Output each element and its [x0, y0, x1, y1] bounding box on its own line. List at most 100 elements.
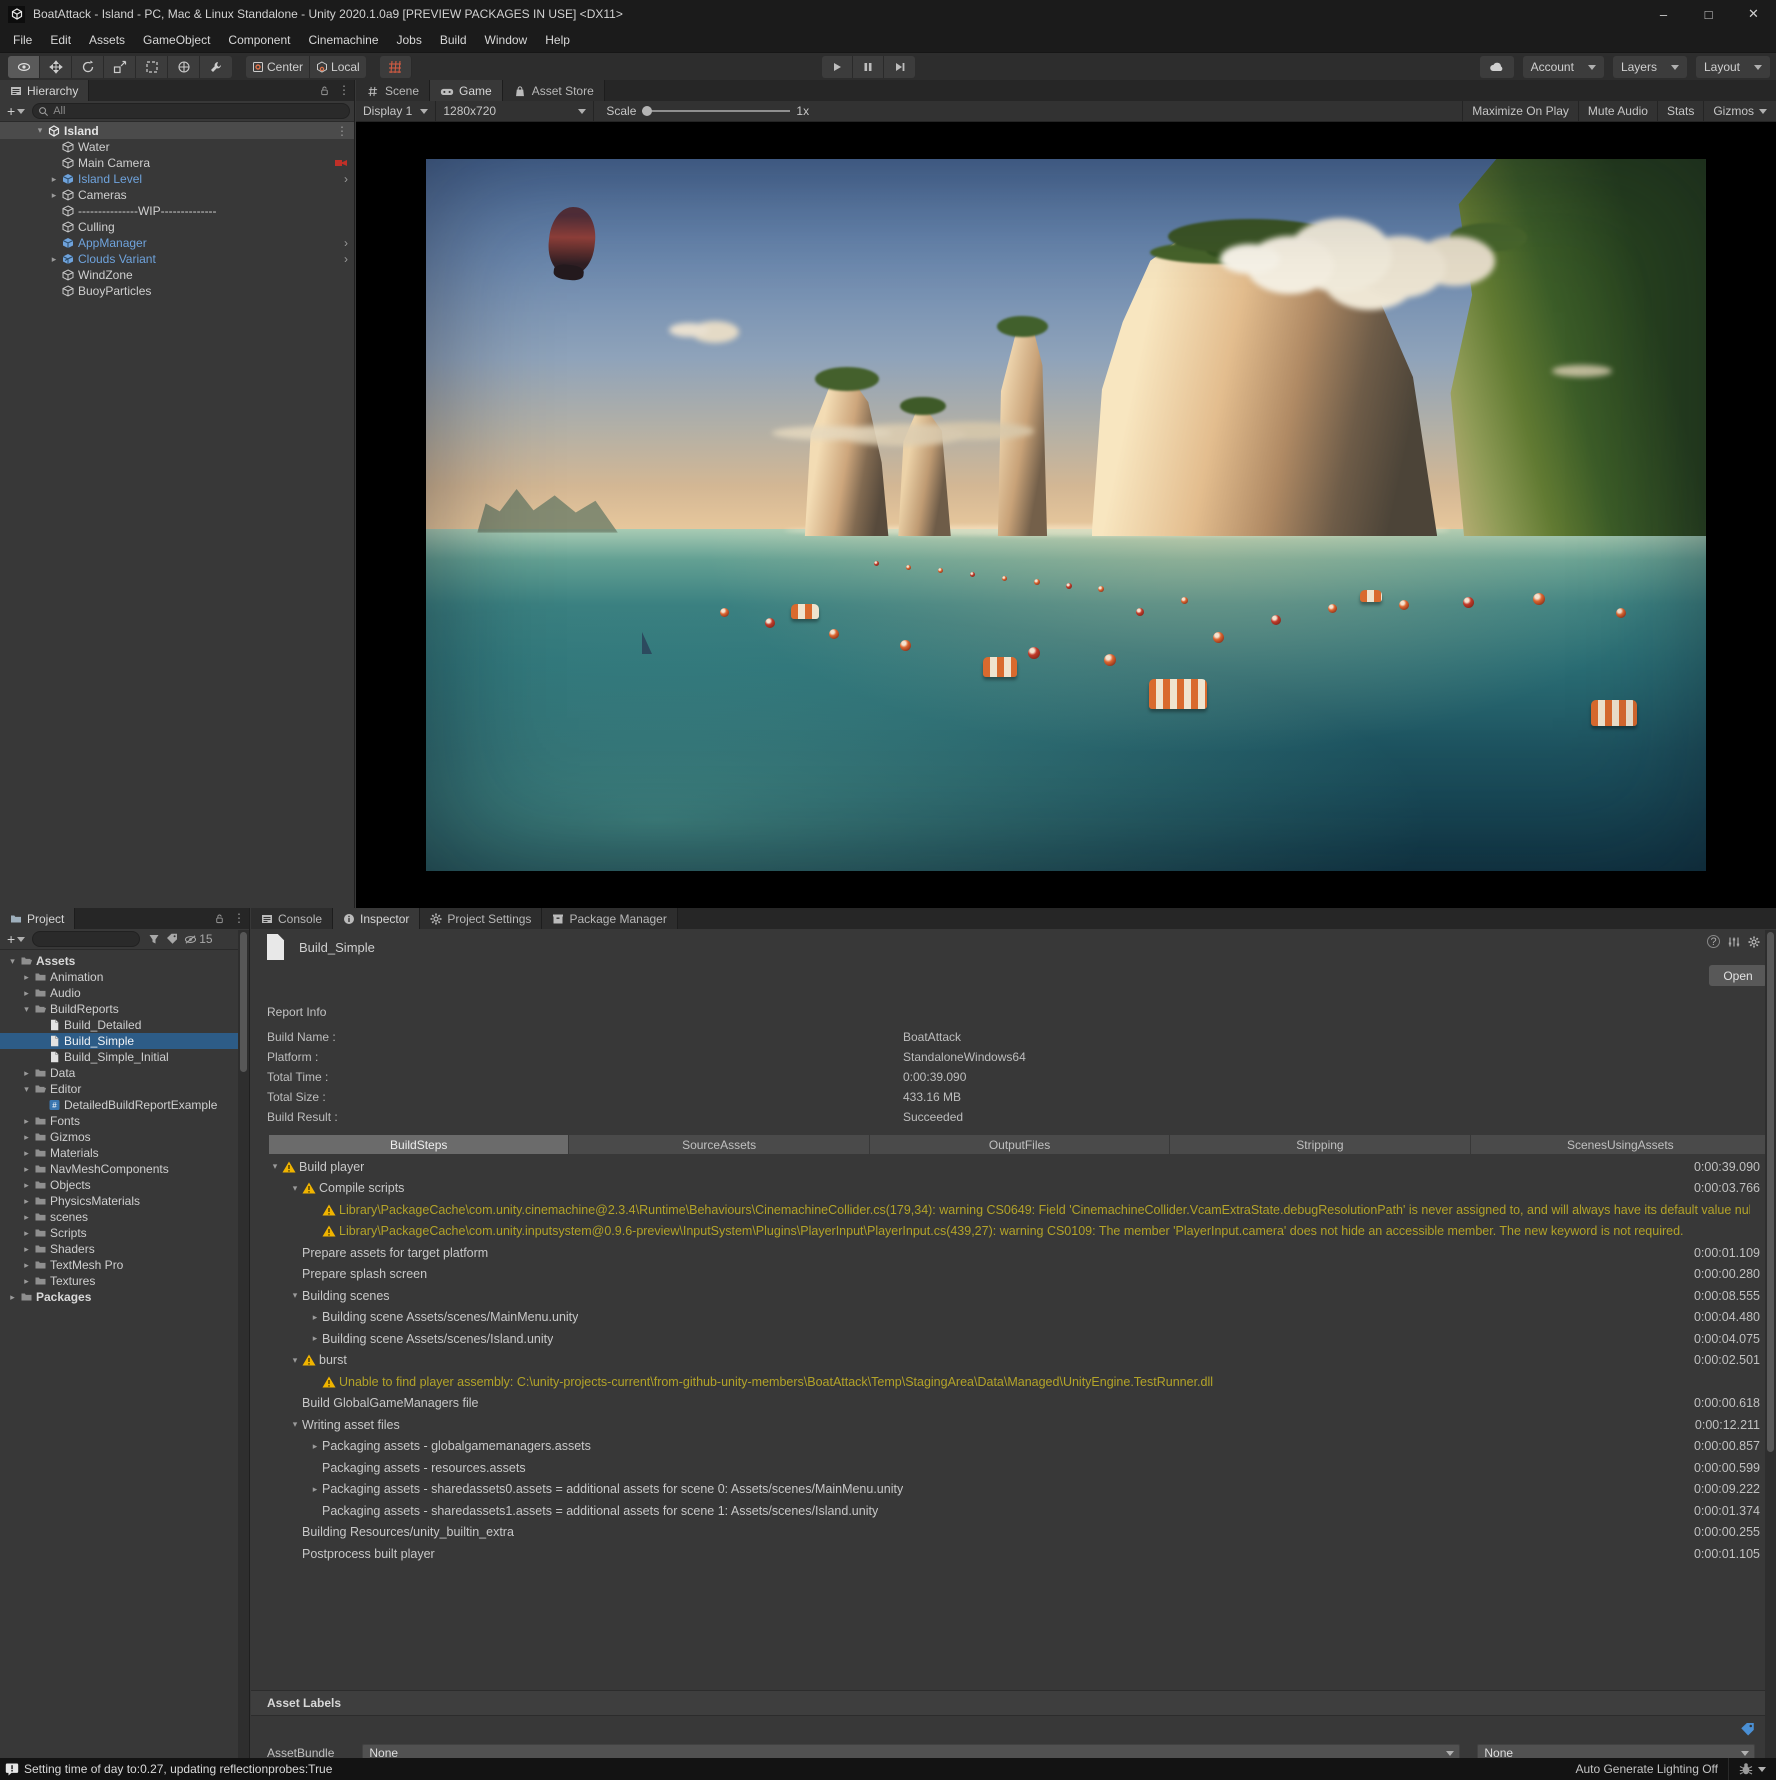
build-step-row[interactable]: ▾ Building scenes 0:00:08.555 — [251, 1285, 1776, 1307]
expand-arrow-icon[interactable]: ▸ — [20, 1116, 33, 1127]
expand-arrow-icon[interactable]: ▸ — [47, 254, 61, 265]
tab-hierarchy[interactable]: Hierarchy — [0, 80, 89, 101]
hierarchy-search-field[interactable] — [32, 103, 350, 119]
project-tree-item[interactable]: ▸ Animation — [0, 969, 249, 985]
lock-icon[interactable] — [214, 913, 225, 924]
expand-arrow-icon[interactable]: ▸ — [20, 1148, 33, 1159]
pause-button[interactable] — [853, 56, 884, 78]
build-step-row[interactable]: ▾ Compile scripts 0:00:03.766 — [251, 1178, 1776, 1200]
expand-arrow-icon[interactable]: ▾ — [268, 1161, 282, 1172]
help-icon[interactable]: ? — [1707, 935, 1720, 948]
expand-arrow-icon[interactable]: ▸ — [20, 1260, 33, 1271]
expand-arrow-icon[interactable]: ▾ — [33, 125, 47, 136]
resolution-dropdown[interactable]: 1280x720 — [436, 101, 594, 122]
project-tree-item[interactable]: ▸ PhysicsMaterials — [0, 1193, 249, 1209]
build-warning-row[interactable]: Unable to find player assembly: C:\unity… — [251, 1371, 1776, 1393]
hierarchy-item[interactable]: BuoyParticles — [0, 283, 354, 299]
tab-scene[interactable]: Scene — [356, 80, 430, 101]
open-button[interactable]: Open — [1709, 965, 1767, 986]
hierarchy-scene-row[interactable]: ▾ Island ⋮ — [0, 122, 354, 139]
build-step-row[interactable]: ▸ Building scene Assets/scenes/Island.un… — [251, 1328, 1776, 1350]
menu-item[interactable]: Cinemachine — [299, 29, 387, 51]
close-button[interactable]: ✕ — [1731, 0, 1776, 28]
move-tool-button[interactable] — [40, 56, 72, 78]
create-gameobject-button[interactable]: + — [4, 103, 28, 119]
mute-audio-toggle[interactable]: Mute Audio — [1578, 101, 1657, 122]
label-tag-icon[interactable] — [1740, 1722, 1755, 1737]
project-scrollbar[interactable] — [238, 930, 249, 1758]
minimize-button[interactable]: – — [1641, 0, 1686, 28]
project-tree-item[interactable]: ▾ Assets — [0, 953, 249, 969]
hierarchy-item[interactable]: ▸ Clouds Variant › — [0, 251, 354, 267]
hidden-packages-toggle[interactable]: 15 — [184, 932, 212, 946]
custom-tool-button[interactable] — [200, 56, 232, 78]
rect-tool-button[interactable] — [136, 56, 168, 78]
expand-arrow-icon[interactable]: ▾ — [6, 956, 19, 967]
layers-dropdown[interactable]: Layers — [1613, 56, 1687, 78]
play-button[interactable] — [822, 56, 853, 78]
project-tree-item[interactable]: ▸ NavMeshComponents — [0, 1161, 249, 1177]
menu-item[interactable]: Edit — [41, 29, 80, 51]
build-warning-row[interactable]: Library\PackageCache\com.unity.cinemachi… — [251, 1199, 1776, 1221]
project-tree-item[interactable]: ▸ Data — [0, 1065, 249, 1081]
layout-dropdown[interactable]: Layout — [1696, 56, 1770, 78]
step-button[interactable] — [884, 56, 915, 78]
search-by-type-icon[interactable] — [148, 933, 160, 945]
expand-arrow-icon[interactable]: ▸ — [20, 1276, 33, 1287]
project-tree-item[interactable]: ▸ Materials — [0, 1145, 249, 1161]
hierarchy-item[interactable]: WindZone — [0, 267, 354, 283]
hierarchy-search-input[interactable] — [53, 105, 344, 117]
rotate-tool-button[interactable] — [72, 56, 104, 78]
expand-arrow-icon[interactable]: ▸ — [308, 1333, 322, 1344]
build-step-row[interactable]: Build GlobalGameManagers file 0:00:00.61… — [251, 1393, 1776, 1415]
menu-item[interactable]: Assets — [80, 29, 134, 51]
project-tree-item[interactable]: ▸ Shaders — [0, 1241, 249, 1257]
project-tree-item[interactable]: ▸ Objects — [0, 1177, 249, 1193]
scale-slider-knob[interactable] — [642, 106, 652, 116]
search-by-label-icon[interactable] — [166, 933, 178, 945]
account-dropdown[interactable]: Account — [1523, 56, 1604, 78]
hierarchy-item[interactable]: AppManager › — [0, 235, 354, 251]
hierarchy-item[interactable]: ---------------WIP-------------- — [0, 203, 354, 219]
maximize-on-play-toggle[interactable]: Maximize On Play — [1462, 101, 1578, 122]
maximize-button[interactable]: □ — [1686, 0, 1731, 28]
build-step-row[interactable]: ▸ Packaging assets - globalgamemanagers.… — [251, 1436, 1776, 1458]
tab-asset-store[interactable]: Asset Store — [503, 80, 605, 101]
build-step-row[interactable]: Packaging assets - sharedassets1.assets … — [251, 1500, 1776, 1522]
status-bar[interactable]: Setting time of day to:0.27, updating re… — [0, 1758, 1776, 1780]
presets-icon[interactable] — [1728, 936, 1740, 948]
tab-package-manager[interactable]: Package Manager — [542, 908, 677, 929]
display-dropdown[interactable]: Display 1 — [356, 101, 436, 122]
build-step-row[interactable]: ▾ Build player 0:00:39.090 — [251, 1156, 1776, 1178]
build-warning-row[interactable]: Library\PackageCache\com.unity.inputsyst… — [251, 1221, 1776, 1243]
expand-arrow-icon[interactable]: ▸ — [47, 174, 61, 185]
menu-item[interactable]: Build — [431, 29, 476, 51]
build-report-section-tab[interactable]: ScenesUsingAssets — [1471, 1135, 1770, 1154]
build-step-row[interactable]: Building Resources/unity_builtin_extra 0… — [251, 1522, 1776, 1544]
hierarchy-item[interactable]: Water — [0, 139, 354, 155]
auto-generate-lighting-label[interactable]: Auto Generate Lighting Off — [1575, 1762, 1718, 1776]
project-tree-item[interactable]: ▸ Gizmos — [0, 1129, 249, 1145]
build-step-row[interactable]: ▸ Packaging assets - sharedassets0.asset… — [251, 1479, 1776, 1501]
build-report-section-tab[interactable]: SourceAssets — [569, 1135, 868, 1154]
expand-arrow-icon[interactable]: ▸ — [308, 1441, 322, 1452]
project-tree-item[interactable]: ▸ TextMesh Pro — [0, 1257, 249, 1273]
tab-game[interactable]: Game — [430, 80, 503, 101]
scene-menu-icon[interactable]: ⋮ — [336, 124, 348, 138]
project-tree-item[interactable]: ▸ Audio — [0, 985, 249, 1001]
project-tree-item[interactable]: ▸ Textures — [0, 1273, 249, 1289]
build-report-section-tab[interactable]: OutputFiles — [870, 1135, 1169, 1154]
expand-arrow-icon[interactable]: ▸ — [20, 1196, 33, 1207]
expand-arrow-icon[interactable]: ▾ — [288, 1355, 302, 1366]
view-tool-button[interactable] — [8, 56, 40, 78]
tab-project[interactable]: Project — [0, 908, 75, 929]
game-viewport[interactable] — [356, 122, 1776, 908]
expand-arrow-icon[interactable]: ▾ — [20, 1004, 33, 1015]
expand-arrow-icon[interactable]: ▸ — [20, 1212, 33, 1223]
build-report-section-tab[interactable]: Stripping — [1170, 1135, 1469, 1154]
project-tree-item[interactable]: ▾ Editor — [0, 1081, 249, 1097]
panel-menu-icon[interactable]: ⋮ — [338, 83, 350, 97]
gizmos-toggle[interactable]: Gizmos — [1703, 101, 1776, 122]
hierarchy-item[interactable]: ▸ Island Level › — [0, 171, 354, 187]
build-step-row[interactable]: Prepare splash screen 0:00:00.280 — [251, 1264, 1776, 1286]
